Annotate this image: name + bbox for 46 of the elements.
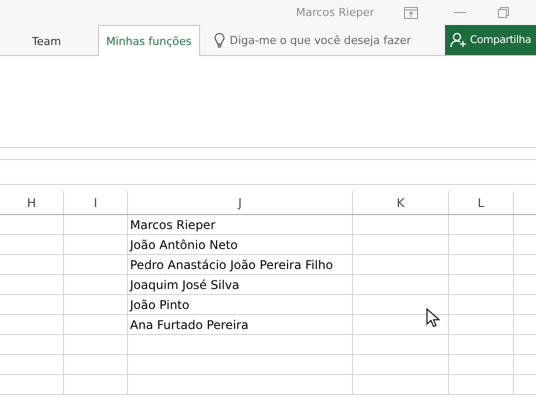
table-cell [64,255,128,275]
table-cell [0,375,64,395]
table-cell [0,255,64,275]
tell-me-field[interactable]: Diga-me o que você deseja fazer [230,34,435,46]
table-cell: João Antônio Neto [128,235,353,255]
table-cell [449,355,514,375]
add-person-icon [450,32,467,48]
table-cell [64,355,128,375]
table-cell: Joaquim José Silva [128,275,353,295]
table-cell [0,315,64,335]
column-header[interactable]: H [26,196,36,210]
mouse-pointer-icon [426,308,440,328]
table-cell [0,275,64,295]
table-cell [449,255,514,275]
user-name: Marcos Rieper [296,6,374,19]
ribbon-tab[interactable]: Minhas funções [98,25,200,56]
table-cell [64,315,128,335]
table-cell [449,375,514,395]
share-button[interactable]: Compartilha [445,25,536,55]
ribbon-display-icon[interactable] [404,6,418,18]
table-cell [0,235,64,255]
column-header[interactable]: L [478,196,484,210]
table-cell [449,335,514,355]
table-cell [0,335,64,355]
table-cell [449,235,514,255]
table-cell [64,235,128,255]
column-header[interactable]: I [94,196,98,210]
table-cell: João Pinto [128,295,353,315]
restore-icon[interactable] [498,7,510,18]
table-cell [449,275,514,295]
table-cell [64,275,128,295]
column-header[interactable]: J [238,196,242,210]
minimize-icon[interactable] [454,12,466,14]
table-cell: Marcos Rieper [128,215,353,235]
table-cell [64,295,128,315]
table-cell [0,355,64,375]
table-cell [0,295,64,315]
column-header[interactable]: K [396,196,404,210]
lightbulb-icon [214,32,225,48]
table-cell [64,375,128,395]
table-cell [64,335,128,355]
table-cell: Pedro Anastácio João Pereira Filho [128,255,353,275]
ribbon-tab[interactable]: Team [21,25,72,56]
table-cell [449,295,514,315]
table-cell [449,315,514,335]
table-cell: Ana Furtado Pereira [128,315,353,335]
